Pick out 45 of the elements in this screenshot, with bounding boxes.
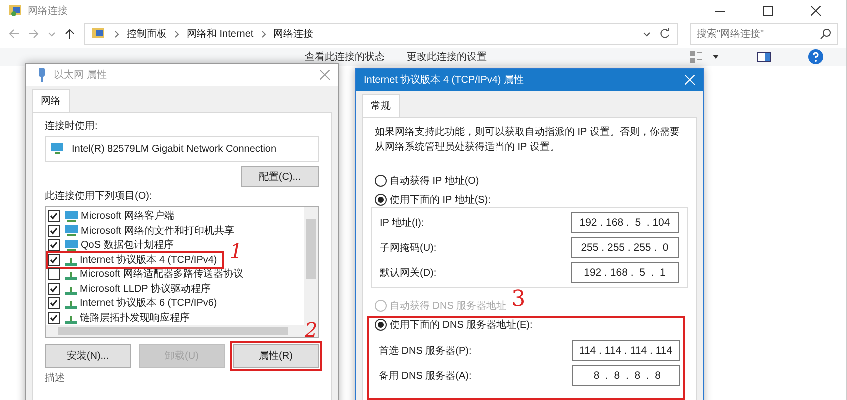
adapter-name: Intel(R) 82579LM Gigabit Network Connection bbox=[72, 144, 277, 154]
list-item[interactable]: 链路层拓扑发现响应程序 bbox=[80, 310, 190, 325]
annotation-number: 3 bbox=[512, 288, 526, 310]
address-bar[interactable]: 控制面板 网络和 Internet 网络连接 bbox=[84, 23, 678, 45]
breadcrumb-item[interactable]: 网络连接 bbox=[274, 27, 314, 41]
annotation-number: 1 bbox=[230, 240, 243, 260]
ip-address-field[interactable]: 192 . 168 . 5 . 104 bbox=[571, 212, 679, 233]
field-label: 连接时使用: bbox=[45, 120, 99, 133]
radio-label: 自动获得 IP 地址(O) bbox=[390, 174, 480, 188]
field-label: IP 地址(I): bbox=[380, 216, 424, 230]
ip-address-field[interactable]: 114 . 114 . 114 . 114 bbox=[572, 340, 680, 361]
configure-button[interactable]: 配置(C)... bbox=[241, 166, 319, 187]
intro-text: 如果网络支持此功能，则可以获取自动指派的 IP 设置。否则，你需要从网络系统管理员处获得适当的 IP 设置。 bbox=[375, 126, 681, 154]
tab[interactable]: 常规 bbox=[362, 94, 400, 117]
radio-label: 自动获得 DNS 服务器地址 bbox=[390, 300, 507, 312]
annotation-number: 2 bbox=[305, 320, 318, 340]
list-item[interactable]: Microsoft 网络的文件和打印机共享 bbox=[81, 224, 234, 238]
radio-label: 使用下面的 DNS 服务器地址(E): bbox=[390, 318, 533, 332]
list-item[interactable]: Internet 协议版本 4 (TCP/IPv4) bbox=[80, 252, 218, 267]
list-item[interactable]: Microsoft 网络适配器多路传送器协议 bbox=[80, 267, 244, 282]
radio-label: 使用下面的 IP 地址(S): bbox=[390, 194, 491, 206]
list-item[interactable]: Microsoft LLDP 协议驱动程序 bbox=[80, 282, 211, 296]
list-item[interactable]: Microsoft 网络客户端 bbox=[81, 209, 174, 224]
breadcrumb-item[interactable]: 控制面板 bbox=[127, 27, 167, 41]
toolbar-item[interactable]: 查看此连接的状态 bbox=[305, 50, 385, 64]
field-label: 备用 DNS 服务器(A): bbox=[379, 370, 472, 382]
ip-address-field[interactable]: 8 . 8 . 8 . 8 bbox=[572, 365, 680, 386]
ip-address-field[interactable]: 192 . 168 . 5 . 1 bbox=[571, 262, 679, 283]
dialog-title: 以太网 属性 bbox=[54, 68, 107, 82]
dialog-button[interactable]: 安装(N)... bbox=[45, 344, 131, 368]
ip-address-field[interactable]: 255 . 255 . 255 . 0 bbox=[571, 237, 679, 258]
dialog-title: Internet 协议版本 4 (TCP/IPv4) 属性 bbox=[364, 74, 524, 87]
list-item[interactable]: QoS 数据包计划程序 bbox=[81, 238, 174, 252]
dialog-button[interactable]: 属性(R) bbox=[233, 344, 319, 368]
tab[interactable]: 网络 bbox=[32, 89, 70, 112]
field-label: 默认网关(D): bbox=[380, 266, 437, 280]
field-label: 首选 DNS 服务器(P): bbox=[379, 344, 472, 358]
list-label: 此连接使用下列项目(O): bbox=[45, 190, 154, 203]
toolbar-item[interactable]: 更改此连接的设置 bbox=[407, 50, 487, 64]
window-title: 网络连接 bbox=[28, 4, 68, 18]
search-field[interactable]: 搜索"网络连接" bbox=[690, 23, 838, 45]
list-item[interactable]: Internet 协议版本 6 (TCP/IPv6) bbox=[80, 296, 218, 310]
field-label: 子网掩码(U): bbox=[380, 242, 437, 254]
group-label: 描述 bbox=[45, 372, 66, 385]
breadcrumb-item[interactable]: 网络和 Internet bbox=[187, 27, 254, 41]
